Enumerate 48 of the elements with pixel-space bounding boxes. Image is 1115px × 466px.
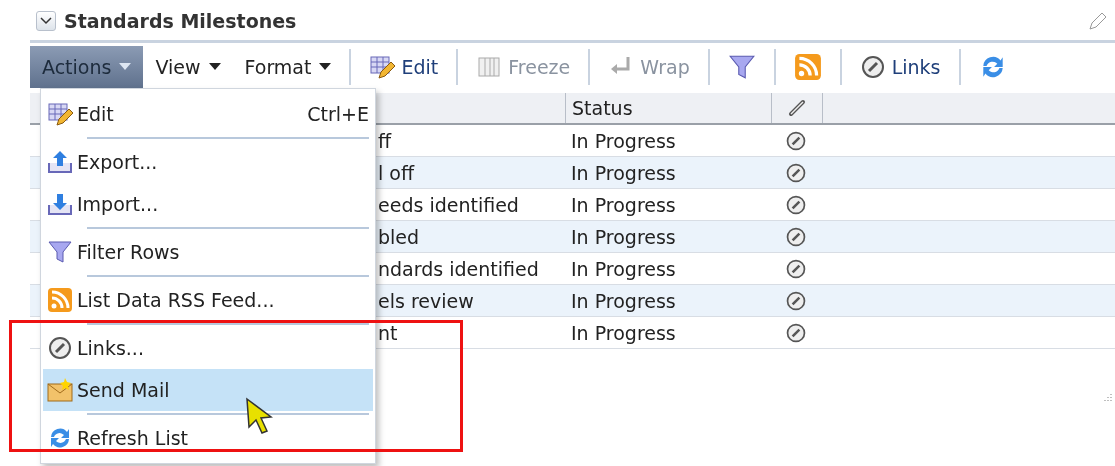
table-cell: nt [378, 321, 398, 344]
panel-title: Standards Milestones [64, 10, 298, 32]
menu-button[interactable]: Format [232, 46, 344, 88]
menu-item[interactable]: Export... [43, 141, 373, 183]
table-cell: els review [378, 289, 474, 312]
table-cell: bled [378, 225, 420, 248]
caret-icon [319, 63, 332, 71]
table-cell: In Progress [571, 193, 676, 216]
columns-icon [476, 54, 503, 80]
toolbar-button[interactable]: Edit [357, 46, 451, 88]
menu-item[interactable]: Filter Rows [43, 231, 373, 273]
table-cell: l off [378, 161, 415, 184]
envelope-icon [47, 377, 73, 403]
table-cell: In Progress [571, 321, 676, 344]
table-cell: In Progress [571, 225, 676, 248]
table-cell: In Progress [571, 129, 676, 152]
column-header: Status [572, 97, 633, 119]
menu-button[interactable]: View [143, 46, 233, 88]
upload-icon [47, 149, 73, 175]
table-pencil-icon [47, 101, 73, 127]
menu-item[interactable]: List Data RSS Feed... [43, 279, 373, 321]
collapse-toggle[interactable] [36, 11, 56, 31]
menu-item[interactable]: Links... [43, 327, 373, 369]
table-cell: ndards identified [378, 257, 539, 280]
pencil-icon[interactable] [1087, 10, 1109, 32]
shortcut-text: Ctrl+E [307, 103, 369, 125]
table-cell: eeds identified [378, 193, 519, 216]
rss-icon [793, 53, 822, 81]
table-pencil-icon [369, 54, 396, 80]
table-cell: ff [378, 129, 392, 152]
menu-item[interactable]: Edit Ctrl+E [43, 93, 373, 135]
toolbar-button[interactable]: Links [847, 46, 953, 88]
table-cell: In Progress [571, 289, 676, 312]
caret-icon [119, 63, 132, 71]
resize-grip-icon[interactable] [1101, 392, 1113, 404]
filter-icon [47, 239, 73, 265]
table-cell: In Progress [571, 161, 676, 184]
menu-item[interactable]: Refresh List [43, 417, 373, 459]
table-cell: In Progress [571, 257, 676, 280]
filter-icon [727, 53, 756, 81]
chevron-icon [40, 17, 52, 25]
cursor-icon [245, 397, 275, 437]
menu-item[interactable]: Send Mail [43, 369, 373, 411]
menu-item[interactable]: Import... [43, 183, 373, 225]
menu-button[interactable]: Actions [30, 46, 144, 88]
download-icon [47, 191, 73, 217]
rss-icon [47, 287, 73, 313]
caret-icon [208, 63, 221, 71]
